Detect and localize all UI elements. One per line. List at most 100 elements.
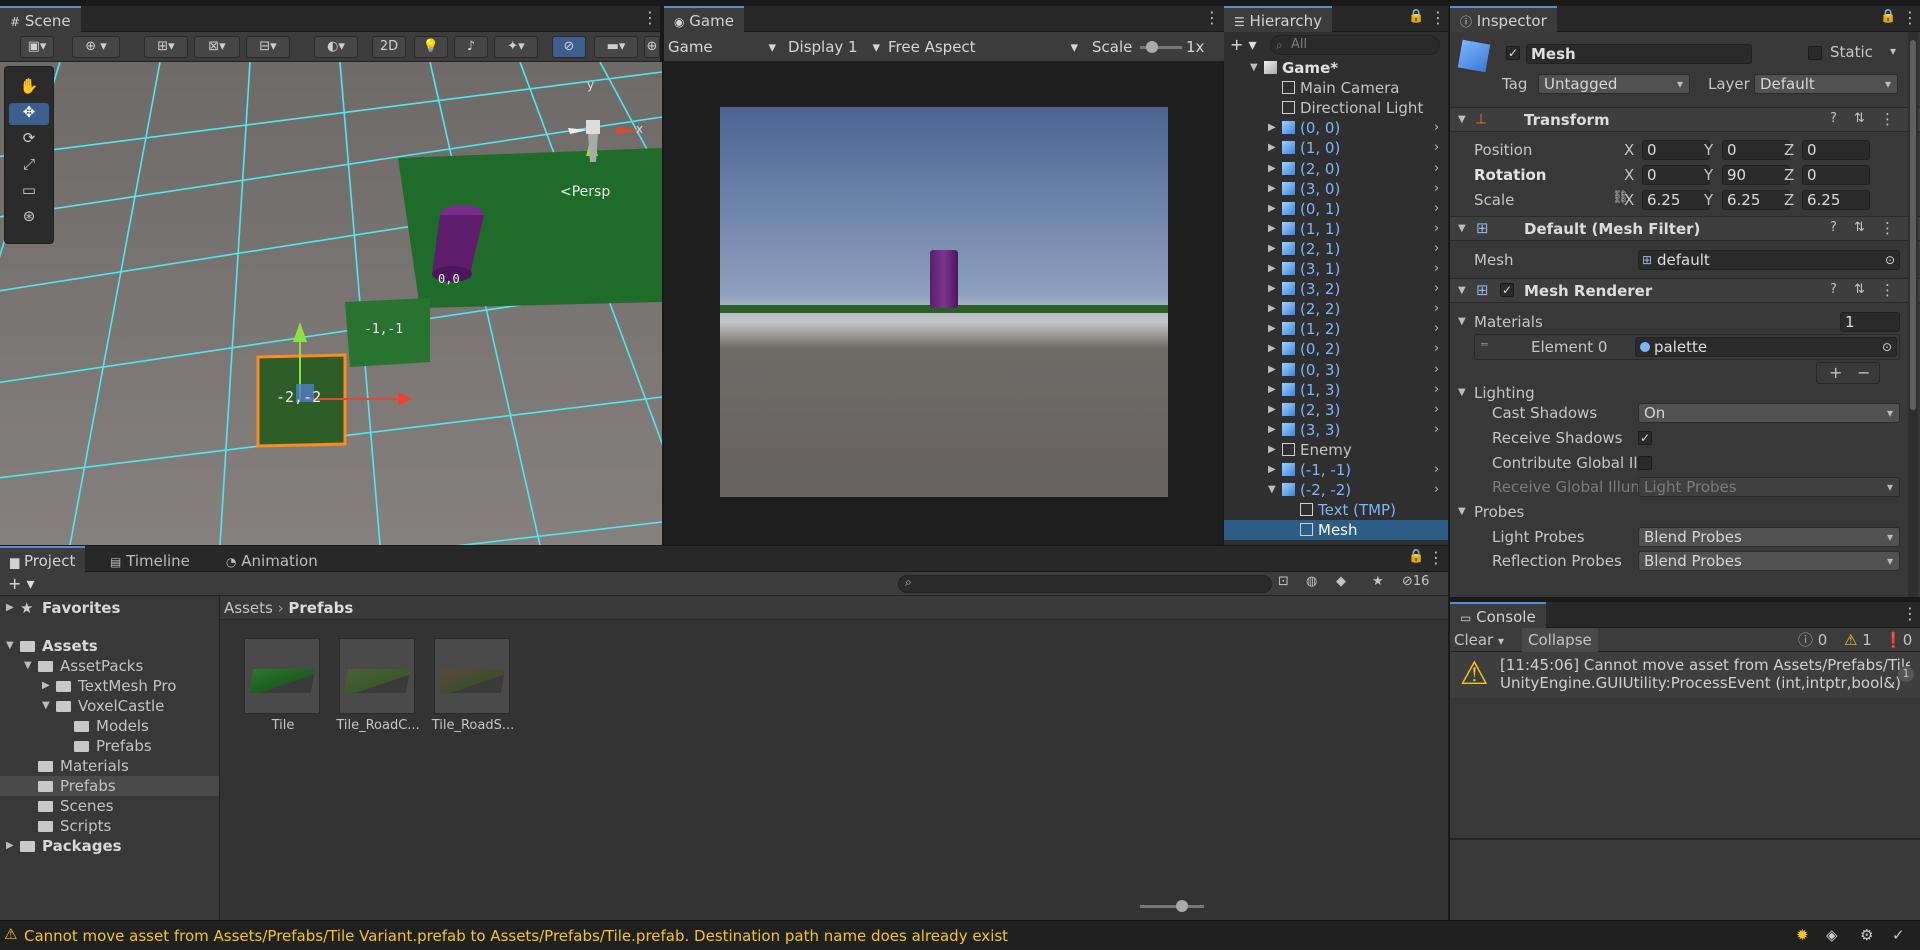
component-menu-icon[interactable]: ⋮ xyxy=(1880,219,1895,237)
hand-tool-icon[interactable]: ✋ xyxy=(9,77,49,99)
inspector-menu-icon[interactable]: ⋮ xyxy=(1902,10,1918,26)
game-mode-dropdown[interactable]: Game ▾ xyxy=(668,35,780,59)
expanded-arrow-icon[interactable]: ▼ xyxy=(42,696,50,716)
tab-project[interactable]: ▆ Project xyxy=(0,546,86,572)
project-tree-item[interactable]: Scripts xyxy=(0,816,219,836)
hidden-packages-toggle[interactable]: ⊘16 xyxy=(1402,574,1429,589)
draw-mode-button[interactable]: ▣▾ xyxy=(20,36,54,58)
layer-dropdown[interactable]: Default xyxy=(1754,74,1898,94)
collapsed-arrow-icon[interactable]: ▶ xyxy=(1268,319,1276,339)
scale-slider[interactable] xyxy=(1140,41,1182,53)
tab-game[interactable]: ◉ Game xyxy=(664,6,744,32)
help-icon[interactable]: ? xyxy=(1830,220,1837,235)
hierarchy-item[interactable]: ▶ (2, 1) › xyxy=(1224,239,1448,259)
chevron-right-icon[interactable]: › xyxy=(1434,259,1439,279)
hierarchy-item[interactable]: ▶ (2, 0) › xyxy=(1224,159,1448,179)
static-checkbox[interactable] xyxy=(1808,46,1822,60)
hierarchy-item[interactable]: ▶ (3, 3) › xyxy=(1224,420,1448,440)
probes-foldout-icon[interactable]: ▼ xyxy=(1458,502,1466,522)
hierarchy-item[interactable]: ▶ (0, 2) › xyxy=(1224,339,1448,359)
rotate-tool-icon[interactable]: ⟳ xyxy=(9,129,49,151)
persp-label[interactable]: <Persp xyxy=(560,184,610,200)
collapsed-arrow-icon[interactable]: ▶ xyxy=(1268,159,1276,179)
chevron-right-icon[interactable]: › xyxy=(1434,360,1439,380)
chevron-right-icon[interactable]: › xyxy=(1434,118,1439,138)
mesh-renderer-header[interactable]: ▼ ⊞ ✓ Mesh Renderer ? ⇅ ⋮ xyxy=(1450,278,1920,303)
collapsed-arrow-icon[interactable]: ▶ xyxy=(1268,259,1276,279)
console-divider[interactable] xyxy=(1450,838,1920,840)
breadcrumb-assets[interactable]: Assets xyxy=(224,599,273,617)
collapsed-arrow-icon[interactable]: ▶ xyxy=(42,676,50,696)
collapsed-arrow-icon[interactable]: ▶ xyxy=(1268,380,1276,400)
inspector-scrollbar[interactable] xyxy=(1908,32,1918,597)
filter-type-icon[interactable]: ◍ xyxy=(1306,574,1317,589)
help-icon[interactable]: ? xyxy=(1830,282,1837,297)
lighting-status-icon[interactable]: ✹ xyxy=(1796,926,1809,944)
help-icon[interactable]: ? xyxy=(1830,111,1837,126)
materials-foldout-icon[interactable]: ▼ xyxy=(1458,312,1466,332)
chevron-right-icon[interactable]: › xyxy=(1434,460,1439,480)
chevron-right-icon[interactable]: › xyxy=(1434,179,1439,199)
component-menu-icon[interactable]: ⋮ xyxy=(1880,110,1895,128)
expanded-arrow-icon[interactable]: ▼ xyxy=(24,656,32,676)
game-menu-icon[interactable]: ⋮ xyxy=(1204,10,1220,26)
collapsed-arrow-icon[interactable]: ▶ xyxy=(1268,199,1276,219)
label-icon[interactable]: ◆ xyxy=(1336,574,1346,589)
preset-icon[interactable]: ⇅ xyxy=(1854,282,1865,297)
asset-item[interactable]: Tile_RoadC... xyxy=(335,638,421,738)
hierarchy-item[interactable]: Mesh xyxy=(1224,520,1448,541)
project-tree-item[interactable]: Models xyxy=(0,716,219,736)
position-y-field[interactable]: 0 xyxy=(1722,140,1790,160)
gizmos-icon[interactable]: ⊕ xyxy=(644,36,660,58)
collapsed-arrow-icon[interactable]: ▶ xyxy=(1268,179,1276,199)
scale-y-field[interactable]: 6.25 xyxy=(1722,190,1790,210)
global-toggle-button[interactable]: ⊕ ▾ xyxy=(72,36,120,58)
collapsed-arrow-icon[interactable]: ▶ xyxy=(1268,299,1276,319)
lighting-toggle-icon[interactable]: 💡 xyxy=(414,36,448,58)
cast-shadows-dropdown[interactable]: On xyxy=(1638,403,1900,423)
tab-hierarchy[interactable]: ☰ Hierarchy xyxy=(1224,6,1333,32)
breadcrumb-prefabs[interactable]: Prefabs xyxy=(288,599,353,617)
effects-toggle-icon[interactable]: ✦▾ xyxy=(494,36,538,58)
chevron-right-icon[interactable]: › xyxy=(1434,159,1439,179)
project-tree-item[interactable]: ▼ VoxelCastle xyxy=(0,696,219,716)
search-by-type-icon[interactable]: ⊡ xyxy=(1278,574,1289,589)
chevron-right-icon[interactable]: › xyxy=(1434,138,1439,158)
shading-mode-button[interactable]: ◐▾ xyxy=(314,36,358,58)
create-button[interactable]: + ▾ xyxy=(8,572,35,596)
collapsed-arrow-icon[interactable]: ▶ xyxy=(1268,118,1276,138)
hierarchy-add-button[interactable]: + ▾ xyxy=(1230,34,1264,56)
mesh-field[interactable]: ⊞ default ⊙ xyxy=(1638,250,1900,270)
rotation-y-field[interactable]: 90 xyxy=(1722,165,1790,185)
hierarchy-item[interactable]: ▶ (0, 1) › xyxy=(1224,199,1448,219)
hierarchy-item[interactable]: ▶ (3, 1) › xyxy=(1224,259,1448,279)
rect-tool-icon[interactable]: ▭ xyxy=(9,181,49,203)
warning-count-toggle[interactable]: ⚠ 1 xyxy=(1844,628,1872,652)
clear-button[interactable]: Clear ▾ xyxy=(1454,628,1504,653)
collapsed-arrow-icon[interactable]: ▶ xyxy=(1268,420,1276,440)
hierarchy-item[interactable]: ▶ (1, 2) › xyxy=(1224,319,1448,339)
component-menu-icon[interactable]: ⋮ xyxy=(1880,281,1895,299)
thumbnail-size-slider[interactable] xyxy=(1140,900,1204,912)
hierarchy-item[interactable]: ▶ (0, 0) › xyxy=(1224,118,1448,138)
reflection-probes-dropdown[interactable]: Blend Probes xyxy=(1638,551,1900,571)
tab-timeline[interactable]: ▤ Timeline xyxy=(100,546,200,572)
project-menu-icon[interactable]: ⋮ xyxy=(1428,550,1444,566)
scale-z-field[interactable]: 6.25 xyxy=(1802,190,1870,210)
add-element-button[interactable]: + xyxy=(1829,363,1842,383)
rotation-z-field[interactable]: 0 xyxy=(1802,165,1870,185)
chevron-right-icon[interactable]: › xyxy=(1434,380,1439,400)
hierarchy-item[interactable]: ▶ (-1, -1) › xyxy=(1224,460,1448,480)
error-count-toggle[interactable]: ❗0 xyxy=(1884,628,1912,652)
scale-tool-icon[interactable]: ⤢ xyxy=(9,155,49,177)
chevron-right-icon[interactable]: › xyxy=(1434,299,1439,319)
project-tree-item[interactable]: Prefabs xyxy=(0,736,219,756)
status-message[interactable]: Cannot move asset from Assets/Prefabs/Ti… xyxy=(24,927,1008,945)
lock-icon[interactable]: 🔒 xyxy=(1880,9,1896,24)
lock-icon[interactable]: 🔒 xyxy=(1408,9,1424,24)
static-dropdown-icon[interactable]: ▾ xyxy=(1890,44,1896,58)
collapsed-arrow-icon[interactable]: ▶ xyxy=(1268,460,1276,480)
preset-icon[interactable]: ⇅ xyxy=(1854,220,1865,235)
tab-inspector[interactable]: ⓘ Inspector xyxy=(1450,6,1557,32)
debug-icon[interactable]: ⚙ xyxy=(1860,926,1873,944)
